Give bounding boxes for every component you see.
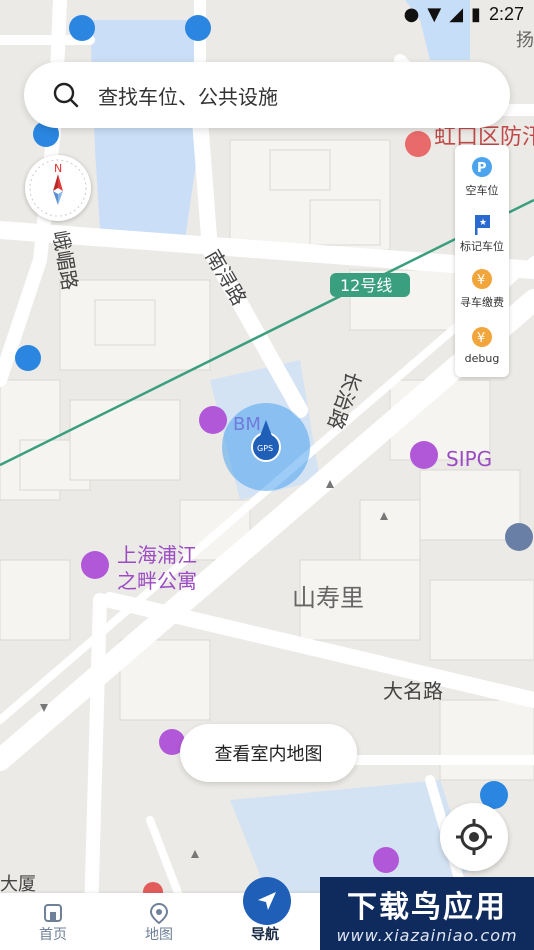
empty-parking-label: 空车位 [465,184,499,197]
compass-north-label: N [54,162,62,175]
signal-icon: ◢ [449,3,464,25]
status-time: 2:27 [488,3,524,24]
label-apartment-1: 上海浦江 [117,543,197,567]
navigation-icon[interactable] [243,877,291,925]
label-shanshouli: 山寿里 [292,584,364,612]
gps-label: GPS [257,444,273,453]
locate-me-button[interactable] [440,803,508,871]
tab-map[interactable]: 地图 [106,893,212,950]
label-sipg: SIPG [446,447,492,471]
search-bar[interactable]: 查找车位、公共设施 [24,62,510,128]
mark-parking-label: 标记车位 [460,240,504,253]
empty-parking-button[interactable]: P 空车位 [466,149,499,205]
watermark-overlay: 下载鸟应用 www.xiazainiao.com [320,877,534,950]
svg-text:P: P [477,161,487,176]
parking-icon: P [472,157,492,177]
label-dasha: 大厦 [0,874,36,895]
yen-icon: ¥ [472,269,492,289]
map-canvas[interactable]: 虹口区防汛物资储备中 扬 12号线 南浔路 峨嵋路 长治路 BM SIPG 上海… [0,0,534,950]
flag-icon: ★ [475,215,490,235]
mark-parking-button[interactable]: ★ 标记车位 [460,205,504,261]
side-tool-panel: P 空车位 ★ 标记车位 ¥ 寻车缴费 ¥ debug [455,145,509,377]
map-pin-icon [149,902,169,924]
label-apartment-2: 之畔公寓 [117,569,197,593]
indoor-map-button[interactable]: 查看室内地图 [180,724,357,782]
debug-button[interactable]: ¥ debug [464,317,500,373]
watermark-url: www.xiazainiao.com [336,926,518,945]
label-line12: 12号线 [340,276,392,295]
location-status-icon: ● [403,3,420,25]
crosshair-icon [456,819,492,855]
label-yang: 扬 [516,30,534,51]
status-bar: ● ▼ ◢ ▮ 2:27 [0,0,534,28]
label-daming-road: 大名路 [383,679,443,703]
wifi-icon: ▼ [427,3,442,25]
svg-text:¥: ¥ [477,273,485,288]
compass-button[interactable]: N [25,155,91,221]
tab-navigation-label: 导航 [251,927,279,943]
tab-map-label: 地图 [145,927,173,943]
svg-text:★: ★ [479,218,487,228]
tab-home-label: 首页 [39,927,67,943]
find-car-pay-button[interactable]: ¥ 寻车缴费 [460,261,504,317]
find-car-pay-label: 寻车缴费 [460,296,504,309]
current-location-marker: GPS [222,403,310,491]
battery-icon: ▮ [471,3,481,25]
home-icon [44,904,62,922]
tab-home[interactable]: 首页 [0,893,106,950]
watermark-title: 下载鸟应用 [347,890,507,925]
yen-icon: ¥ [472,326,492,347]
search-placeholder: 查找车位、公共设施 [98,84,278,109]
search-icon [53,82,79,108]
debug-label: debug [464,351,500,365]
svg-text:¥: ¥ [477,331,485,346]
